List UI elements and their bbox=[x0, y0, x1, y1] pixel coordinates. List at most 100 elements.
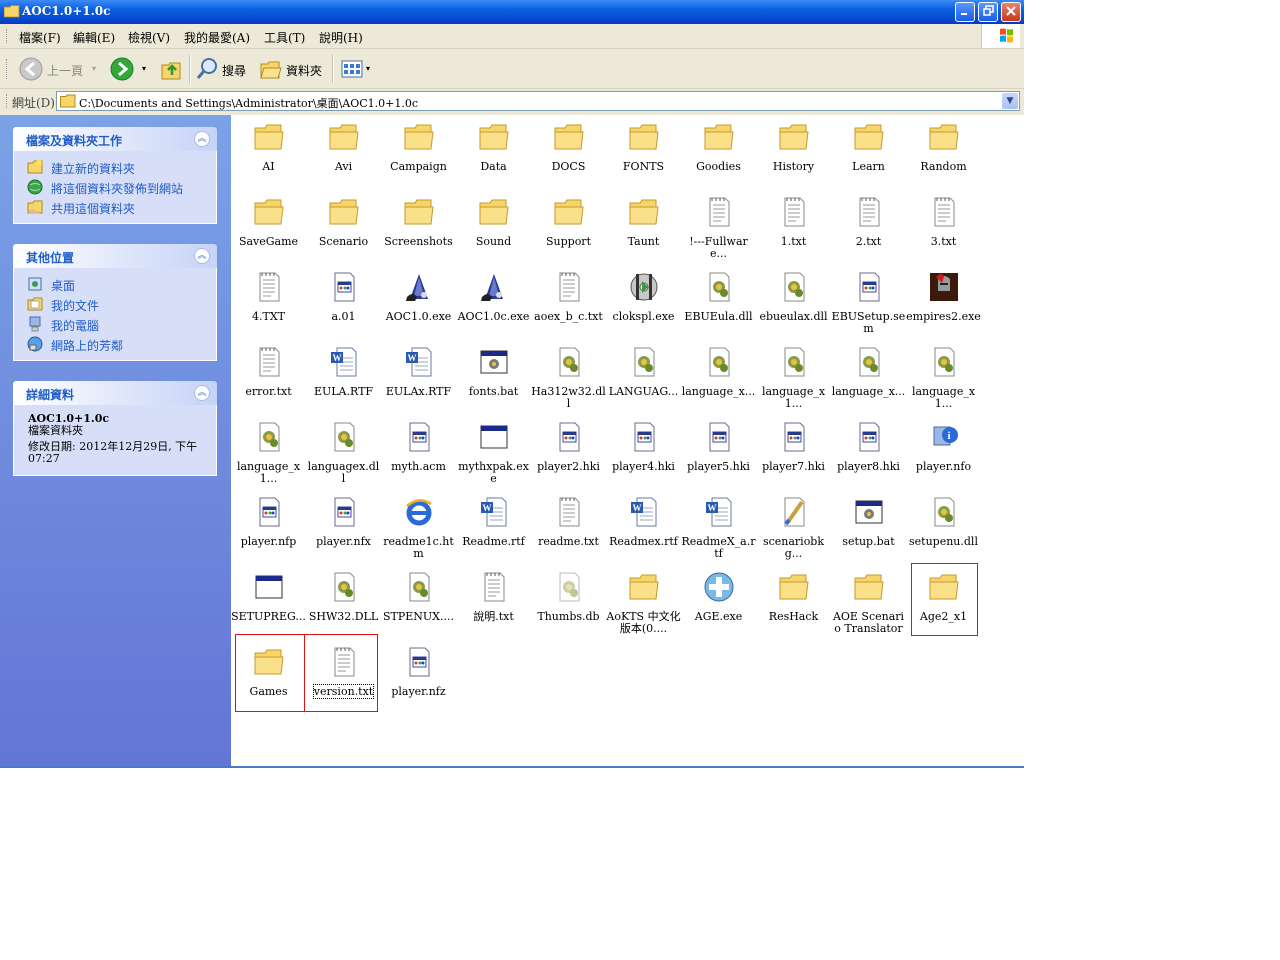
file-item[interactable]: AOC1.0c.exe bbox=[456, 265, 531, 325]
folder-item[interactable]: Campaign bbox=[381, 115, 456, 175]
place-my-computer[interactable]: 我的電腦 bbox=[14, 314, 216, 334]
file-item[interactable]: !---Fullware... bbox=[681, 190, 756, 260]
folder-item[interactable]: Goodies bbox=[681, 115, 756, 175]
folder-item[interactable]: Learn bbox=[831, 115, 906, 175]
file-item[interactable]: player8.hki bbox=[831, 415, 906, 475]
forward-dropdown-arrow[interactable]: ▾ bbox=[142, 64, 146, 73]
file-item[interactable]: W EULAx.RTF bbox=[381, 340, 456, 400]
task-new-folder[interactable]: 建立新的資料夾 bbox=[14, 157, 216, 177]
file-item[interactable]: setupenu.dll bbox=[906, 490, 981, 550]
place-desktop[interactable]: 桌面 bbox=[14, 274, 216, 294]
file-item[interactable]: language_x... bbox=[681, 340, 756, 400]
file-item[interactable]: setup.bat bbox=[831, 490, 906, 550]
file-item[interactable]: EBUEula.dll bbox=[681, 265, 756, 325]
task-publish-web[interactable]: 將這個資料夾發佈到網站 bbox=[14, 177, 216, 197]
file-item[interactable]: 2.txt bbox=[831, 190, 906, 250]
folder-item[interactable]: Scenario bbox=[306, 190, 381, 250]
back-button-label[interactable]: 上一頁 bbox=[47, 62, 83, 79]
file-item[interactable]: 1.txt bbox=[756, 190, 831, 250]
back-dropdown-arrow[interactable]: ▾ bbox=[92, 64, 96, 73]
file-item[interactable]: player.nfx bbox=[306, 490, 381, 550]
menu-edit[interactable]: 編輯(E) bbox=[73, 29, 115, 46]
menu-help[interactable]: 說明(H) bbox=[319, 29, 363, 46]
collapse-chevron-icon[interactable]: ︽ bbox=[194, 385, 210, 401]
up-folder-icon[interactable] bbox=[160, 55, 184, 83]
place-my-documents[interactable]: 我的文件 bbox=[14, 294, 216, 314]
file-item[interactable]: player7.hki bbox=[756, 415, 831, 475]
folder-item[interactable]: AoKTS 中文化版本(0.... bbox=[606, 565, 681, 635]
minimize-button[interactable] bbox=[955, 2, 975, 22]
address-path[interactable]: C:\Documents and Settings\Administrator\… bbox=[79, 95, 418, 111]
file-item[interactable]: fonts.bat bbox=[456, 340, 531, 400]
title-bar[interactable]: AOC1.0+1.0c bbox=[0, 0, 1024, 24]
views-icon[interactable] bbox=[340, 55, 364, 83]
close-button[interactable] bbox=[1001, 2, 1021, 22]
views-dropdown-arrow[interactable]: ▾ bbox=[366, 64, 370, 73]
menu-view[interactable]: 檢視(V) bbox=[128, 29, 170, 46]
file-item[interactable]: SHW32.DLL bbox=[306, 565, 381, 625]
folder-item[interactable]: Taunt bbox=[606, 190, 681, 250]
search-button-label[interactable]: 搜尋 bbox=[222, 62, 246, 79]
file-item[interactable]: W Readmex.rtf bbox=[606, 490, 681, 550]
address-grip[interactable] bbox=[6, 94, 10, 108]
folder-item[interactable]: Avi bbox=[306, 115, 381, 175]
file-item[interactable]: W Readme.rtf bbox=[456, 490, 531, 550]
file-item[interactable]: player2.hki bbox=[531, 415, 606, 475]
file-item[interactable]: W EULA.RTF bbox=[306, 340, 381, 400]
file-item[interactable]: player.nfp bbox=[231, 490, 306, 550]
file-item[interactable]: error.txt bbox=[231, 340, 306, 400]
file-item[interactable]: 說明.txt bbox=[456, 565, 531, 625]
address-input[interactable]: C:\Documents and Settings\Administrator\… bbox=[56, 91, 1020, 111]
task-share-folder[interactable]: 共用這個資料夾 bbox=[14, 197, 216, 217]
file-item[interactable]: mythxpak.exe bbox=[456, 415, 531, 485]
file-item[interactable]: myth.acm bbox=[381, 415, 456, 475]
file-item[interactable]: readme.txt bbox=[531, 490, 606, 550]
file-item[interactable]: 4.TXT bbox=[231, 265, 306, 325]
folder-item[interactable]: FONTS bbox=[606, 115, 681, 175]
file-item[interactable]: language_x1... bbox=[231, 415, 306, 485]
file-item[interactable]: EBUSetup.sem bbox=[831, 265, 906, 335]
folders-button-label[interactable]: 資料夾 bbox=[286, 62, 322, 79]
panel-header[interactable]: 其他位置 ︽ bbox=[13, 244, 217, 268]
folder-item[interactable]: Sound bbox=[456, 190, 531, 250]
file-item[interactable]: language_x1... bbox=[906, 340, 981, 410]
collapse-chevron-icon[interactable]: ︽ bbox=[194, 131, 210, 147]
back-arrow-icon[interactable] bbox=[18, 55, 44, 83]
folder-item[interactable]: Support bbox=[531, 190, 606, 250]
restore-button[interactable] bbox=[978, 2, 998, 22]
folder-item[interactable]: History bbox=[756, 115, 831, 175]
file-item[interactable]: Thumbs.db bbox=[531, 565, 606, 625]
collapse-chevron-icon[interactable]: ︽ bbox=[194, 248, 210, 264]
file-item[interactable]: LANGUAG... bbox=[606, 340, 681, 400]
folder-item[interactable]: Data bbox=[456, 115, 531, 175]
folder-item[interactable]: Screenshots bbox=[381, 190, 456, 250]
menu-tools[interactable]: 工具(T) bbox=[264, 29, 305, 46]
file-item[interactable]: AGE.exe bbox=[681, 565, 756, 625]
file-item[interactable]: SETUPREG... bbox=[231, 565, 306, 625]
file-item[interactable]: 3.txt bbox=[906, 190, 981, 250]
folder-item[interactable]: SaveGame bbox=[231, 190, 306, 250]
search-icon[interactable] bbox=[195, 55, 219, 83]
file-item[interactable]: W ReadmeX_a.rtf bbox=[681, 490, 756, 560]
panel-header[interactable]: 詳細資料 ︽ bbox=[13, 381, 217, 405]
folder-item[interactable]: ResHack bbox=[756, 565, 831, 625]
file-item[interactable]: language_x1... bbox=[756, 340, 831, 410]
panel-header[interactable]: 檔案及資料夾工作 ︽ bbox=[13, 127, 217, 151]
file-item[interactable]: readme1c.htm bbox=[381, 490, 456, 560]
forward-arrow-icon[interactable] bbox=[109, 55, 135, 83]
file-item[interactable]: languagex.dll bbox=[306, 415, 381, 485]
file-item[interactable]: player.nfz bbox=[381, 640, 456, 700]
file-item[interactable]: clokspl.exe bbox=[606, 265, 681, 325]
toolbar-grip[interactable] bbox=[6, 59, 10, 79]
file-item[interactable]: STPENUX.... bbox=[381, 565, 456, 625]
file-item[interactable]: aoex_b_c.txt bbox=[531, 265, 606, 325]
folder-item[interactable]: Random bbox=[906, 115, 981, 175]
file-item[interactable]: ebueulax.dll bbox=[756, 265, 831, 325]
file-item[interactable]: a.01 bbox=[306, 265, 381, 325]
file-list-view[interactable]: AI Avi Campaign Data DOCS FONTS Goodies History… bbox=[231, 115, 1024, 767]
file-item[interactable]: language_x... bbox=[831, 340, 906, 400]
menu-grip[interactable] bbox=[6, 29, 10, 43]
file-item[interactable]: Ha312w32.dll bbox=[531, 340, 606, 410]
folder-item[interactable]: AOE Scenario Translator bbox=[831, 565, 906, 635]
menu-file[interactable]: 檔案(F) bbox=[19, 29, 61, 46]
